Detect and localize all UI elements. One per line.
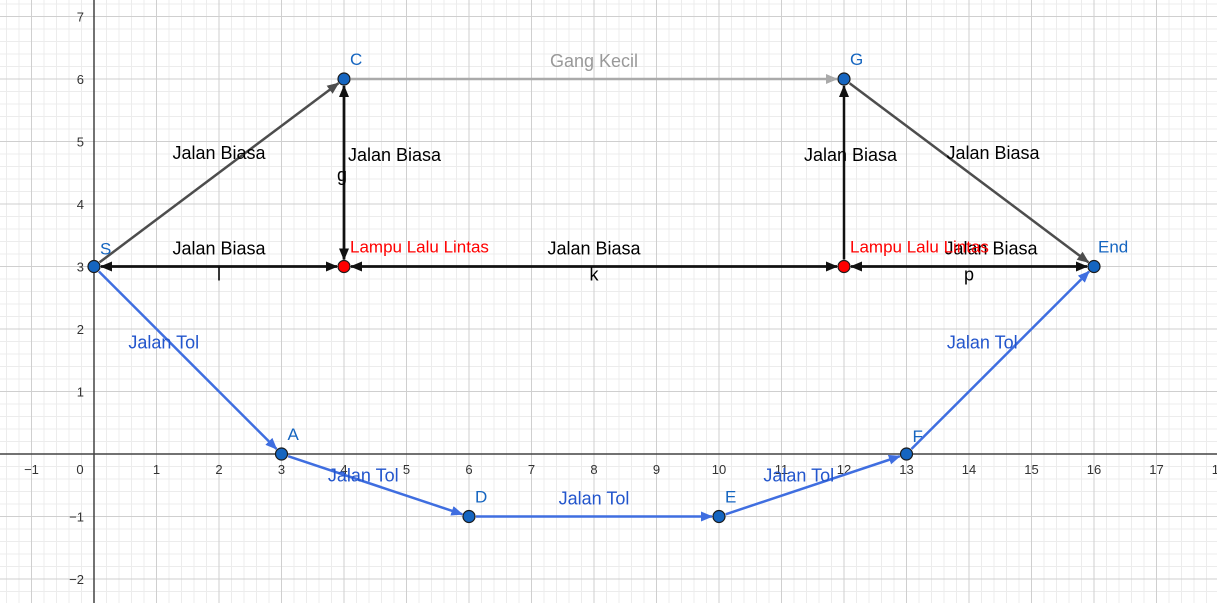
x-tick-label: 8: [590, 462, 597, 477]
x-tick-label: 0: [76, 462, 83, 477]
graph-canvas: −10123456789101112131415161718−2−1123456…: [0, 0, 1217, 603]
x-tick-label: 9: [653, 462, 660, 477]
road-label: Gang Kecil: [550, 51, 638, 71]
road-label: Jalan Biasa: [172, 143, 266, 163]
point-label-F: F: [913, 427, 923, 446]
road-label: Jalan Biasa: [172, 239, 266, 259]
y-tick-label: 6: [77, 72, 84, 87]
x-tick-label: 13: [899, 462, 913, 477]
road-label: Jalan Tol: [128, 332, 199, 352]
road-label: Jalan Tol: [328, 465, 399, 485]
road-label: Jalan Biasa: [348, 145, 442, 165]
point-F[interactable]: [899, 447, 914, 461]
x-tick-label: 7: [528, 462, 535, 477]
x-tick-label: 1: [153, 462, 160, 477]
point-label-G: G: [850, 50, 863, 69]
point-label-E: E: [725, 488, 736, 507]
x-tick-label: 5: [403, 462, 410, 477]
road-name-label: g: [337, 165, 347, 185]
road-label: Jalan Biasa: [547, 239, 641, 259]
coordinate-axes: [0, 0, 1217, 603]
road-edge-tol: [910, 270, 1090, 450]
point-A[interactable]: [274, 447, 289, 461]
y-tick-label: 4: [77, 197, 84, 212]
road-label: Jalan Tol: [763, 465, 834, 485]
road-labels: Jalan Biasa Jalan BiasagGang KecilJalan B…: [128, 51, 1040, 509]
major-grid: [0, 0, 1217, 603]
point-label-C: C: [350, 50, 362, 69]
point-label-A: A: [288, 425, 300, 444]
road-label: Jalan Tol: [559, 489, 630, 509]
x-tick-label: 18: [1212, 462, 1217, 477]
road-label: Jalan Biasa: [804, 145, 898, 165]
minor-grid: [0, 0, 1217, 603]
y-tick-label: −2: [69, 572, 84, 587]
y-tick-label: 5: [77, 135, 84, 150]
point-label-End: End: [1098, 238, 1128, 257]
y-tick-label: 1: [77, 385, 84, 400]
road-edge-tol: [98, 270, 278, 450]
x-tick-label: 16: [1087, 462, 1101, 477]
x-tick-label: 10: [712, 462, 726, 477]
point-L2[interactable]: [837, 259, 851, 274]
road-name-label: l: [217, 265, 221, 285]
x-tick-label: 6: [465, 462, 472, 477]
y-tick-label: 2: [77, 322, 84, 337]
y-tick-label: 3: [77, 260, 84, 275]
x-tick-label: −1: [24, 462, 39, 477]
x-tick-label: 14: [962, 462, 976, 477]
x-tick-label: 3: [278, 462, 285, 477]
point-G[interactable]: [837, 72, 851, 86]
road-label: Jalan Biasa: [946, 143, 1040, 163]
x-tick-label: 17: [1149, 462, 1163, 477]
point-End[interactable]: [1087, 259, 1101, 274]
x-tick-label: 15: [1024, 462, 1038, 477]
point-L1[interactable]: [337, 259, 351, 274]
point-S[interactable]: [87, 259, 101, 274]
point-label-L2: Lampu Lalu Lintas: [850, 238, 989, 257]
y-tick-label: 7: [77, 10, 84, 25]
point-C[interactable]: [337, 72, 351, 86]
point-label-D: D: [475, 488, 487, 507]
point-label-L1: Lampu Lalu Lintas: [350, 238, 489, 257]
point-label-S: S: [100, 240, 111, 259]
x-tick-label: 2: [215, 462, 222, 477]
road-name-label: k: [590, 265, 600, 285]
point-D[interactable]: [462, 509, 476, 524]
road-label: Jalan Tol: [947, 332, 1018, 352]
point-E[interactable]: [712, 509, 726, 524]
y-tick-label: −1: [69, 510, 84, 525]
road-name-label: p: [964, 265, 974, 285]
